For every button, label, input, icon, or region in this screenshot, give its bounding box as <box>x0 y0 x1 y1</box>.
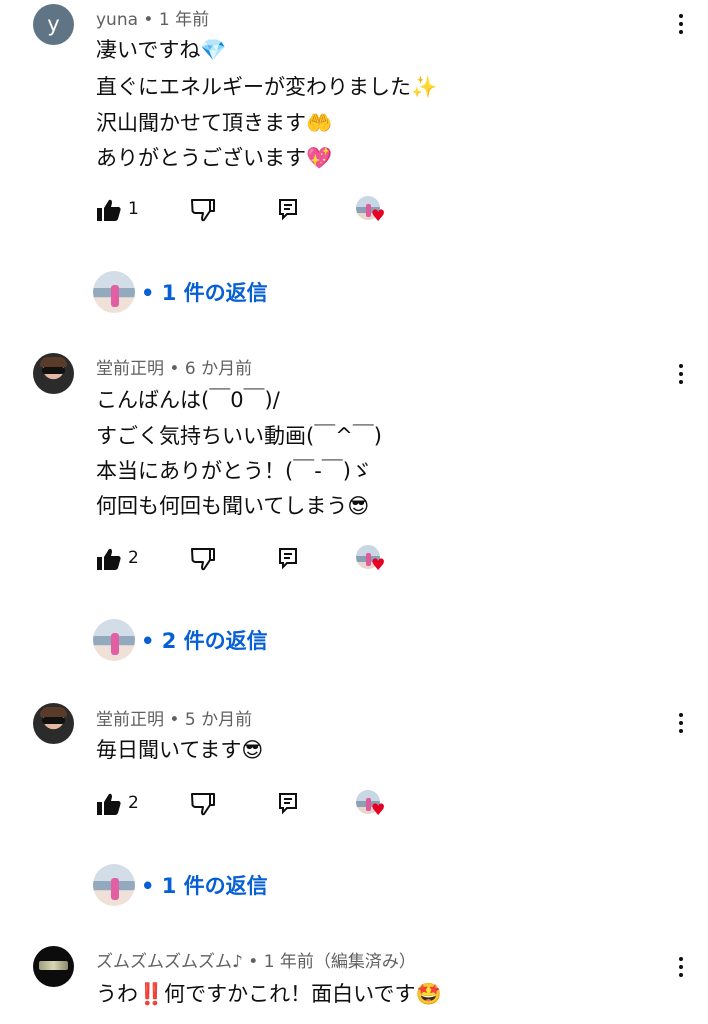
thumbs-down-icon[interactable] <box>190 546 216 572</box>
reply-icon[interactable] <box>277 546 299 570</box>
comment-meta: 堂前正明 • 6 か月前 <box>96 354 252 379</box>
thumbs-down-icon[interactable] <box>190 791 216 817</box>
thumbs-up-icon[interactable] <box>96 198 122 222</box>
comment-action-bar: 2 ♥ <box>96 545 416 575</box>
meta-separator: • <box>164 710 185 730</box>
reply-author-avatar <box>93 619 135 661</box>
meta-separator: • <box>138 10 159 30</box>
meta-separator: • <box>164 359 185 379</box>
comment-text-line: 沢山聞かせて頂きます🤲 <box>96 111 333 135</box>
more-options-button[interactable] <box>672 710 690 736</box>
view-replies-button[interactable]: • 1 件の返信 <box>93 864 353 908</box>
replies-count-label: • 1 件の返信 <box>141 874 268 898</box>
more-options-button[interactable] <box>672 361 690 387</box>
view-replies-button[interactable]: • 1 件の返信 <box>93 271 353 315</box>
creator-heart-icon: ♥ <box>356 545 390 577</box>
creator-heart-icon: ♥ <box>356 790 390 822</box>
comment-time[interactable]: 1 年前（編集済み） <box>264 952 416 972</box>
like-count: 1 <box>128 199 139 219</box>
comment-text-line: 何回も何回も聞いてしまう😎 <box>96 494 370 518</box>
comment-action-bar: 1 ♥ <box>96 196 416 226</box>
like-count: 2 <box>128 793 139 813</box>
author-avatar[interactable]: y <box>33 4 74 45</box>
comment-text-line: 直ぐにエネルギーが変わりました✨ <box>96 75 438 99</box>
meta-separator: • <box>242 952 264 972</box>
comment-time[interactable]: 6 か月前 <box>185 359 252 379</box>
author-name[interactable]: yuna <box>96 10 138 30</box>
comment-action-bar: 2 ♥ <box>96 790 416 820</box>
avatar-letter: y <box>47 12 60 36</box>
comment-text-line: すごく気持ちいい動画(￣^￣) <box>96 424 382 448</box>
comment-time[interactable]: 1 年前 <box>159 10 209 30</box>
replies-count-label: • 2 件の返信 <box>141 629 268 653</box>
comment-text-line: うわ‼️何ですかこれ！面白いです🤩 <box>96 982 442 1006</box>
more-options-button[interactable] <box>672 11 690 37</box>
comment-meta: ズムズムズムズム♪ • 1 年前（編集済み） <box>96 947 416 972</box>
comment-text-line: ありがとうございます💖 <box>96 146 333 170</box>
comment-meta: 堂前正明 • 5 か月前 <box>96 705 252 730</box>
author-avatar[interactable] <box>33 946 74 987</box>
reply-author-avatar <box>93 864 135 906</box>
comment-text-line: 毎日聞いてます😎 <box>96 738 264 762</box>
comment-meta: yuna • 1 年前 <box>96 5 209 30</box>
replies-count-label: • 1 件の返信 <box>141 281 268 305</box>
reply-icon[interactable] <box>277 791 299 815</box>
view-replies-button[interactable]: • 2 件の返信 <box>93 619 353 663</box>
author-avatar[interactable] <box>33 353 74 394</box>
comment-text-line: こんばんは(￣0￣)/ <box>96 388 280 412</box>
creator-heart-icon: ♥ <box>356 196 390 228</box>
thumbs-up-icon[interactable] <box>96 792 122 816</box>
comment-text-line: 凄いですね💎 <box>96 38 227 62</box>
comment-text-line: 本当にありがとう！(￣-￣)ゞ <box>96 459 372 483</box>
author-avatar[interactable] <box>33 703 74 744</box>
thumbs-down-icon[interactable] <box>190 197 216 223</box>
comment-time[interactable]: 5 か月前 <box>185 710 252 730</box>
thumbs-up-icon[interactable] <box>96 547 122 571</box>
author-name[interactable]: 堂前正明 <box>96 710 164 730</box>
more-options-button[interactable] <box>672 954 690 980</box>
reply-icon[interactable] <box>277 197 299 221</box>
like-count: 2 <box>128 548 139 568</box>
author-name[interactable]: 堂前正明 <box>96 359 164 379</box>
author-name[interactable]: ズムズムズムズム♪ <box>96 952 243 972</box>
reply-author-avatar <box>93 271 135 313</box>
